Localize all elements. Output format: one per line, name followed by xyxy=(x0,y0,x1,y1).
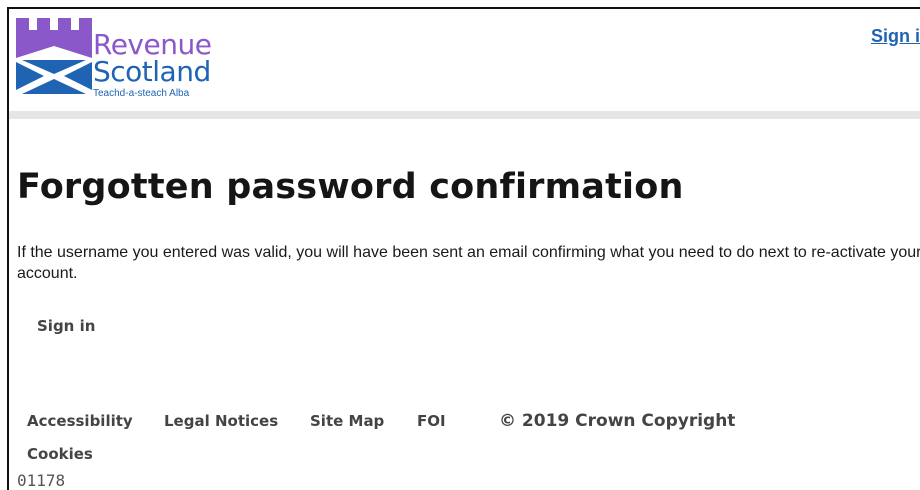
page-title: Forgotten password confirmation xyxy=(17,167,684,207)
site-header: Revenue Scotland Teachd-a-steach Alba Si… xyxy=(9,9,920,111)
footer-link-accessibility[interactable]: Accessibility xyxy=(27,412,133,430)
castle-saltire-icon xyxy=(16,18,92,94)
footer-link-legal-notices[interactable]: Legal Notices xyxy=(164,412,278,430)
page-frame: Revenue Scotland Teachd-a-steach Alba Si… xyxy=(7,7,920,490)
logo-line-scotland: Scotland xyxy=(93,55,211,88)
logo-tagline: Teachd-a-steach Alba xyxy=(93,88,190,99)
header-sign-in-link[interactable]: Sign in xyxy=(871,26,920,47)
revenue-scotland-logo[interactable]: Revenue Scotland Teachd-a-steach Alba xyxy=(16,18,226,106)
confirmation-message: If the username you entered was valid, y… xyxy=(17,244,920,282)
build-id: 01178 xyxy=(17,471,66,490)
sign-in-link[interactable]: Sign in xyxy=(37,317,95,335)
header-divider xyxy=(9,111,920,119)
footer-link-foi[interactable]: FOI xyxy=(417,412,446,430)
footer-link-cookies[interactable]: Cookies xyxy=(27,445,93,463)
footer-link-site-map[interactable]: Site Map xyxy=(310,412,384,430)
logo-wordmark: Revenue Scotland Teachd-a-steach Alba xyxy=(93,31,212,99)
copyright-notice: © 2019 Crown Copyright xyxy=(499,411,736,431)
